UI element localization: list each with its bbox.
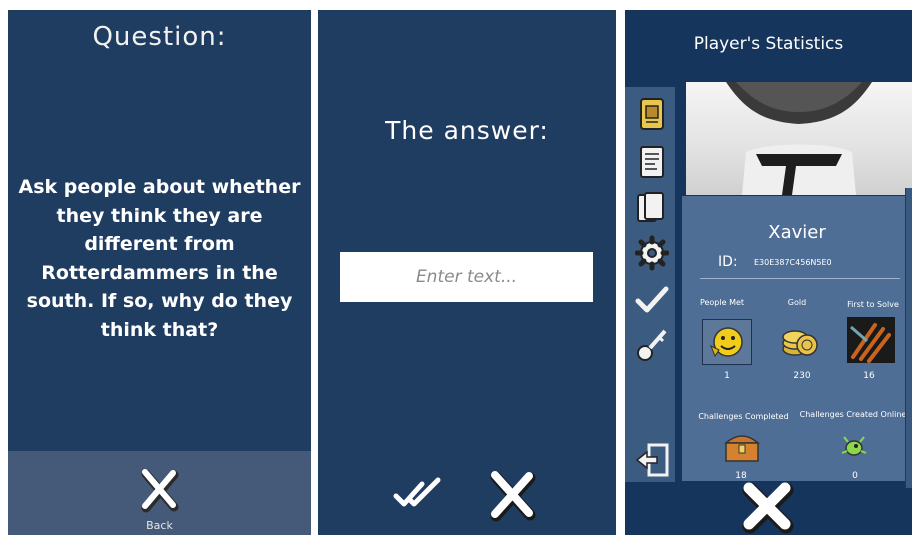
player-name: Xavier [768,222,826,243]
smiley-icon [710,327,743,358]
claw-icon [847,317,895,363]
divider [700,278,900,279]
close-icon [742,482,794,534]
question-screen: Question: Ask people about whether they … [8,10,311,535]
id-label: ID: [718,254,738,270]
stats-card: Xavier ID: E30E387C456N5E0 People Met Go… [682,196,912,481]
back-button[interactable] [140,469,180,517]
challenges-completed-label: Challenges Completed [698,412,789,421]
key-icon[interactable] [635,327,667,361]
question-text: Ask people about whether they think they… [18,176,301,341]
coins-icon [782,330,818,356]
scrollbar[interactable] [905,188,912,488]
document-icon[interactable] [635,145,667,179]
challenges-created-value: 0 [852,471,858,481]
question-footer: Back [8,451,311,535]
stats-title: Player's Statistics [693,34,844,54]
settings-gear-icon[interactable] [634,235,670,271]
people-met-label: People Met [699,298,745,307]
people-met-badge[interactable] [702,319,752,365]
first-to-solve-label: First to Solve [847,300,899,309]
challenges-completed-badge[interactable] [722,429,762,465]
first-to-solve-value: 16 [863,371,875,381]
treasure-chest-icon [724,435,760,462]
stats-sidebar [625,87,675,482]
id-value: E30E387C456N5E0 [754,258,832,267]
answer-screen: The answer: [318,10,616,535]
confirm-button[interactable] [392,474,448,514]
player-avatar [686,82,912,195]
answer-input[interactable] [340,252,593,302]
back-label: Back [146,519,173,532]
close-stats-button[interactable] [740,480,796,535]
gold-value: 230 [793,371,811,381]
answer-title: The answer: [385,116,549,145]
checkmark-icon[interactable] [635,283,669,317]
people-met-value: 1 [724,371,730,381]
cancel-button[interactable] [488,470,538,526]
close-icon [141,469,179,513]
green-bug-icon [841,436,867,456]
id-card-icon[interactable] [635,97,667,131]
exit-door-icon[interactable] [635,442,669,477]
challenges-created-badge[interactable] [836,431,872,465]
cards-icon[interactable] [635,191,667,225]
first-to-solve-badge[interactable] [847,317,895,363]
gold-badge[interactable] [777,319,825,363]
gold-label: Gold [787,298,807,307]
close-icon [490,471,536,522]
question-title: Question: [92,22,227,52]
challenges-created-label: Challenges Created Online [799,410,907,419]
double-check-icon [393,477,441,507]
player-stats-screen: Player's Statistics Xavier ID: E30E387C4… [625,10,912,535]
